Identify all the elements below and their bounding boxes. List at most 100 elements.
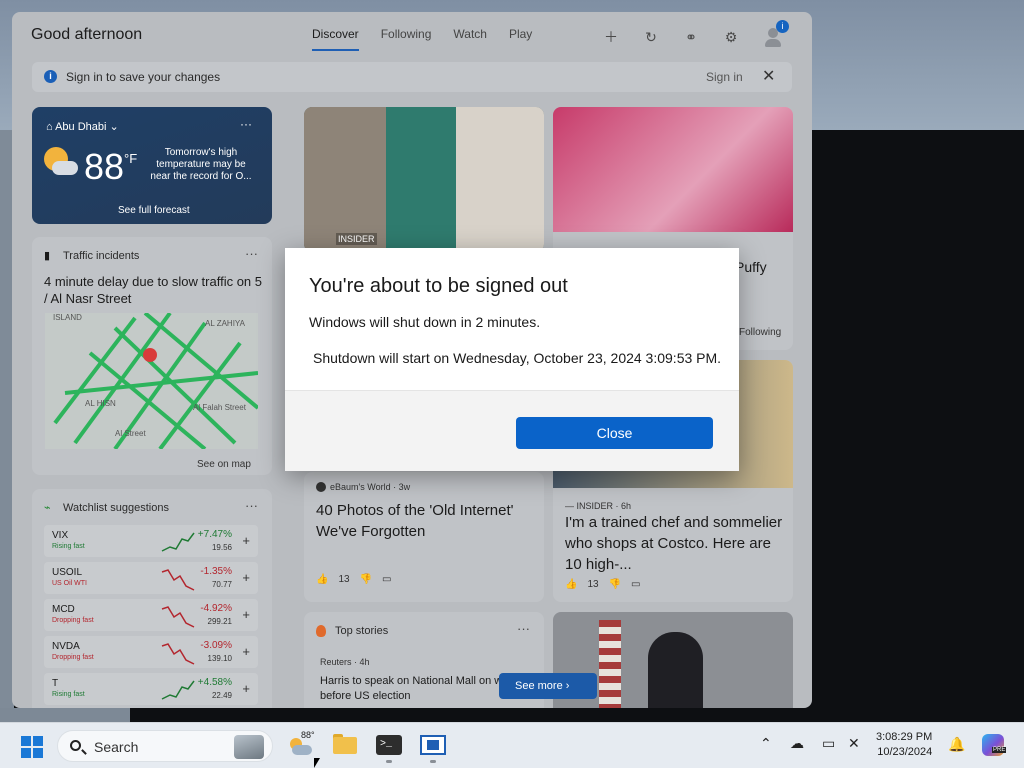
stock-symbol: USOIL [52, 567, 83, 578]
add-stock-icon[interactable]: + [242, 533, 250, 548]
stock-price: 139.10 [207, 654, 232, 663]
stock-price: 22.49 [211, 691, 232, 700]
comment-icon[interactable]: ▭ [631, 579, 640, 590]
map-label: AL ZAHIYA [205, 319, 246, 328]
like-icon[interactable]: 👍 [316, 574, 328, 585]
more-options-icon[interactable]: ··· [517, 621, 530, 636]
stock-row[interactable]: MCD Dropping fast -4.92% 299.21 + [44, 599, 258, 631]
stock-row[interactable]: USOIL US Oil WTI -1.35% 70.77 + [44, 562, 258, 594]
weather-unit: °F [124, 151, 138, 166]
stock-symbol: MCD [52, 604, 75, 615]
weather-location: ⌂ Abu Dhabi ⌄ [46, 121, 119, 133]
file-explorer-button[interactable] [333, 732, 359, 758]
dislike-icon[interactable]: 👎 [609, 579, 621, 590]
notification-bell-icon[interactable]: 🔔 [948, 736, 965, 753]
stock-symbol: NVDA [52, 641, 80, 652]
like-icon[interactable]: 👍 [565, 579, 577, 590]
windows-logo-icon [33, 736, 43, 746]
comment-icon[interactable]: ▭ [382, 574, 391, 585]
sparkline-chart [161, 606, 195, 628]
traffic-icon: ▮ [44, 250, 51, 262]
sparkline-chart [161, 643, 195, 665]
add-widget-icon[interactable]: ＋ [602, 28, 620, 46]
news-image [386, 107, 456, 252]
see-on-map-link[interactable]: See on map [197, 459, 251, 470]
see-full-forecast-link[interactable]: See full forecast [118, 205, 190, 216]
stock-subtitle: US Oil WTI [52, 580, 87, 587]
following-label: Following [739, 327, 782, 338]
more-options-icon[interactable]: ··· [245, 246, 258, 261]
taskbar-search[interactable]: Search [57, 730, 273, 762]
refresh-icon[interactable]: ↻ [642, 28, 660, 46]
story-source-line: Reuters · 4h [320, 657, 370, 667]
stock-row[interactable]: T Rising fast +4.58% 22.49 + [44, 673, 258, 705]
add-stock-icon[interactable]: + [242, 570, 250, 585]
running-indicator [430, 760, 436, 763]
weather-temperature: 88 [84, 146, 125, 187]
link-icon[interactable]: ⚭ [682, 28, 700, 46]
profile-avatar[interactable]: i [762, 20, 789, 49]
tab-watch[interactable]: Watch [453, 27, 487, 51]
signin-link[interactable]: Sign in [706, 70, 743, 84]
volume-mute-icon[interactable]: ✕ [848, 735, 860, 752]
stocks-icon: ⌁ [44, 502, 51, 514]
cloud-sync-icon[interactable]: ☁ [790, 735, 804, 752]
app-window-button[interactable] [420, 732, 446, 758]
chevron-up-icon[interactable]: ⌃ [760, 735, 772, 752]
news-title: 40 Photos of the 'Old Internet' We've Fo… [316, 502, 514, 540]
gear-icon[interactable]: ⚙ [722, 28, 740, 46]
news-title: I'm a trained chef and sommelier who sho… [565, 514, 783, 573]
news-source: INSIDER [336, 233, 377, 245]
stock-change: -3.09% [200, 640, 232, 651]
tab-play[interactable]: Play [509, 27, 532, 51]
widgets-header: Good afternoon Discover Following Watch … [12, 12, 812, 58]
terminal-button[interactable]: >_ [376, 732, 402, 758]
traffic-map[interactable]: ISLAND AL ZAHIYA AL HISN Al Falah Street… [45, 311, 260, 451]
news-age: 3w [398, 482, 411, 492]
windows-logo-icon [33, 748, 43, 758]
widgets-tabs: Discover Following Watch Play [312, 27, 532, 51]
stock-row[interactable]: VIX Rising fast +7.47% 19.56 + [44, 525, 258, 557]
stock-price: 19.56 [211, 543, 232, 552]
traffic-title: Traffic incidents [63, 250, 140, 262]
news-card-ebaum[interactable]: eBaum's World · 3w 40 Photos of the 'Old… [304, 472, 544, 602]
sparkline-chart [161, 532, 195, 552]
weather-widget-button[interactable]: 88° [288, 730, 315, 758]
see-more-button[interactable]: See more › [499, 673, 597, 699]
signin-banner: i Sign in to save your changes Sign in ✕ [32, 62, 792, 92]
network-icon[interactable]: ▭ [822, 735, 835, 752]
traffic-card[interactable]: ▮ Traffic incidents ··· 4 minute delay d… [32, 237, 272, 475]
start-button[interactable] [21, 736, 43, 758]
dialog-footer: Close [285, 390, 739, 471]
watchlist-card: ⌁ Watchlist suggestions ··· VIX Rising fa… [32, 489, 272, 708]
clock-time: 3:08:29 PM [876, 731, 933, 743]
weather-card[interactable]: ⌂ Abu Dhabi ⌄ ··· 88 °F Tomorrow's high … [32, 107, 272, 224]
tab-discover[interactable]: Discover [312, 27, 359, 51]
wallpaper-band [0, 708, 130, 722]
terminal-icon: >_ [376, 735, 402, 755]
stock-row[interactable]: NVDA Dropping fast -3.09% 139.10 + [44, 636, 258, 668]
stock-price: 70.77 [211, 580, 232, 589]
signin-message: Sign in to save your changes [66, 70, 221, 84]
info-badge-icon: i [776, 20, 789, 33]
stock-change: +7.47% [197, 529, 232, 540]
copilot-icon[interactable]: PRE [982, 734, 1007, 756]
add-stock-icon[interactable]: + [242, 681, 250, 696]
search-placeholder: Search [94, 739, 139, 755]
add-stock-icon[interactable]: + [242, 607, 250, 622]
close-button[interactable]: Close [516, 417, 713, 449]
add-stock-icon[interactable]: + [242, 644, 250, 659]
mouse-cursor-icon [314, 758, 320, 768]
story-age: 4h [359, 657, 370, 667]
more-options-icon[interactable]: ··· [240, 117, 252, 131]
tab-following[interactable]: Following [381, 27, 432, 51]
avatar-body [765, 39, 781, 47]
close-banner-icon[interactable]: ✕ [762, 66, 775, 86]
taskbar-clock[interactable]: 3:08:29 PM 10/23/2024 [876, 730, 932, 760]
stock-subtitle: Dropping fast [52, 654, 94, 661]
news-card-insider[interactable]: INSIDER [304, 107, 544, 252]
news-title-fragment: Puffy [735, 259, 767, 275]
dislike-icon[interactable]: 👎 [360, 574, 372, 585]
more-options-icon[interactable]: ··· [245, 498, 258, 513]
sparkline-chart [161, 569, 195, 591]
